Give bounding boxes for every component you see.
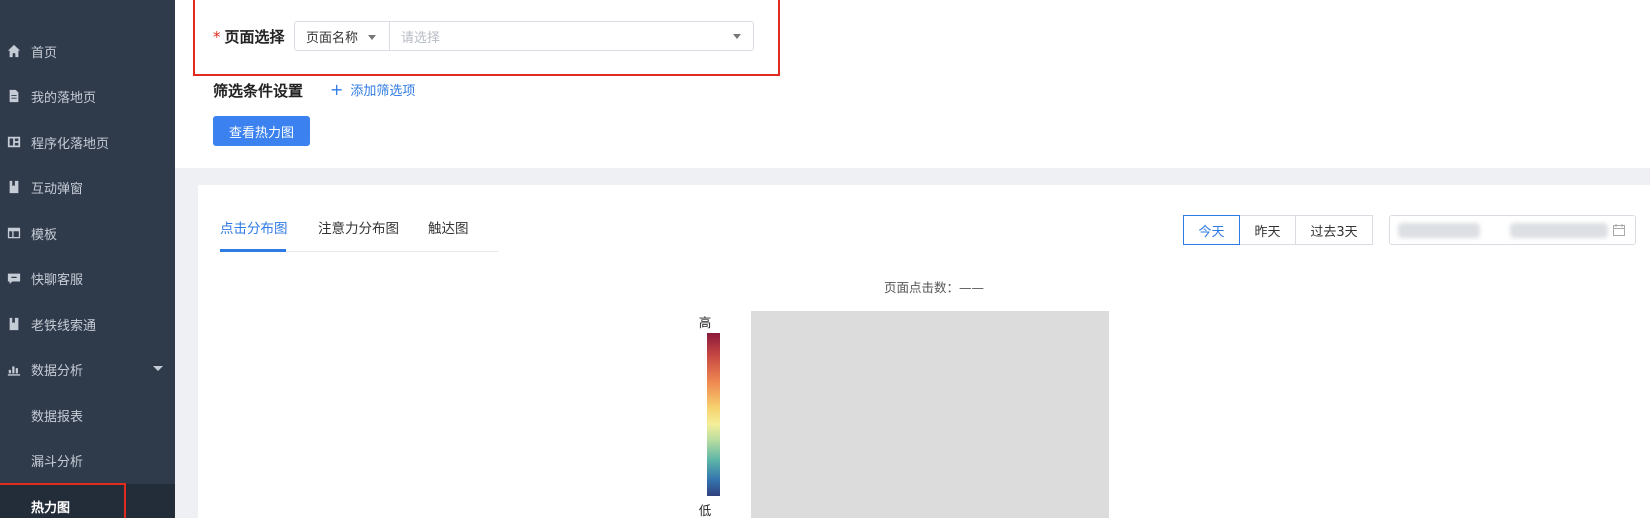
bookmark-icon: [6, 316, 22, 332]
plus-icon: +: [330, 79, 344, 99]
date-end-redacted: [1510, 223, 1608, 238]
bookmark-icon: [6, 179, 22, 195]
table-icon: [6, 225, 22, 241]
caret-down-icon: [368, 35, 376, 40]
page-select[interactable]: 请选择: [390, 22, 753, 50]
heatmap-preview-area: [751, 311, 1109, 518]
sidebar-item-label: 互动弹窗: [31, 181, 84, 197]
page-select-group: 页面名称 请选择: [294, 21, 754, 51]
chevron-down-icon: [153, 366, 163, 371]
layout-icon: [6, 134, 22, 150]
date-start-redacted: [1398, 223, 1480, 238]
sidebar-item-label: 老铁线索通: [31, 318, 97, 334]
required-mark: *: [213, 28, 221, 46]
calendar-icon: [1613, 224, 1625, 236]
sidebar-item-label: 首页: [31, 45, 58, 61]
sidebar-item-popups[interactable]: 互动弹窗: [0, 165, 175, 209]
heatmap-panel: 点击分布图 注意力分布图 触达图 今天 昨天 过去3天 页面点击数：—— 高 低: [198, 185, 1650, 518]
home-icon: [6, 43, 22, 59]
range-3days-button[interactable]: 过去3天: [1295, 215, 1373, 245]
sidebar-item-label: 模板: [31, 227, 58, 243]
range-yesterday-button[interactable]: 昨天: [1239, 215, 1296, 245]
sidebar-item-my-landing-pages[interactable]: 我的落地页: [0, 74, 175, 118]
filter-conditions-label: 筛选条件设置: [213, 82, 304, 100]
page-type-select[interactable]: 页面名称: [295, 22, 390, 50]
sidebar-item-label: 我的落地页: [31, 90, 97, 106]
view-heatmap-button[interactable]: 查看热力图: [213, 116, 310, 146]
page-type-value: 页面名称: [306, 30, 359, 46]
sidebar-item-label: 漏斗分析: [31, 454, 84, 470]
range-today-button[interactable]: 今天: [1183, 215, 1240, 245]
heatmap-color-legend: [707, 333, 720, 496]
date-range-buttons: 今天 昨天 过去3天: [1183, 215, 1373, 245]
sidebar-item-programmatic-pages[interactable]: 程序化落地页: [0, 120, 175, 164]
page-select-text: 页面选择: [224, 28, 285, 46]
sidebar-subitem-data-report[interactable]: 数据报表: [0, 393, 175, 437]
legend-high-label: 高: [698, 315, 712, 330]
page-clicks-count: 页面点击数：——: [883, 280, 984, 295]
caret-down-icon: [733, 34, 741, 39]
tab-reach[interactable]: 触达图: [428, 217, 469, 237]
page-select-placeholder: 请选择: [401, 30, 441, 46]
tab-attention-distribution[interactable]: 注意力分布图: [318, 217, 399, 237]
chat-icon: [6, 270, 22, 286]
sidebar-item-templates[interactable]: 模板: [0, 211, 175, 255]
sidebar-item-chat-service[interactable]: 快聊客服: [0, 256, 175, 300]
sidebar-item-home[interactable]: 首页: [0, 29, 175, 73]
sidebar-item-leads[interactable]: 老铁线索通: [0, 302, 175, 346]
highlight-frame: [0, 483, 126, 518]
date-range-picker[interactable]: [1389, 215, 1636, 245]
sidebar: 首页 我的落地页 程序化落地页 互动弹窗 模板 快聊客服 老铁线索通 数据分析 …: [0, 0, 175, 518]
sidebar-item-label: 数据报表: [31, 409, 84, 425]
active-tab-indicator: [220, 249, 286, 252]
sidebar-item-label: 程序化落地页: [31, 136, 110, 152]
tab-click-distribution[interactable]: 点击分布图: [220, 217, 288, 237]
sidebar-item-label: 数据分析: [31, 363, 84, 379]
add-filter-link[interactable]: + 添加筛选项: [330, 80, 415, 99]
bar-chart-icon: [6, 361, 22, 377]
page-select-label: * 页面选择: [213, 26, 285, 47]
sidebar-item-data-analysis[interactable]: 数据分析: [0, 347, 175, 391]
legend-low-label: 低: [698, 503, 712, 518]
document-icon: [6, 88, 22, 104]
sidebar-subitem-funnel[interactable]: 漏斗分析: [0, 438, 175, 482]
sidebar-item-label: 快聊客服: [31, 272, 84, 288]
add-filter-label: 添加筛选项: [350, 84, 416, 99]
